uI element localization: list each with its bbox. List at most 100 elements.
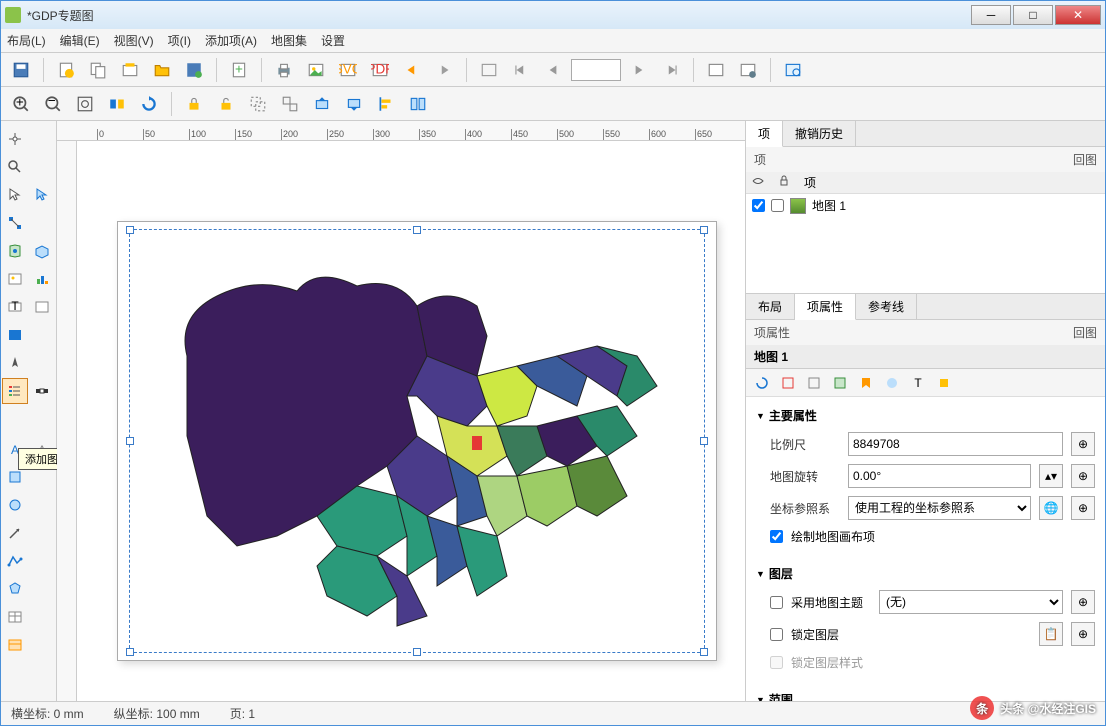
save-template-button[interactable] — [180, 56, 208, 84]
scale-input[interactable] — [848, 432, 1063, 456]
rotation-input[interactable] — [848, 464, 1031, 488]
add-legend-tool[interactable] — [2, 378, 28, 404]
tab-guides[interactable]: 参考线 — [856, 294, 917, 319]
section-main-props[interactable]: 主要属性 — [756, 403, 1095, 428]
theme-override-button[interactable]: ⊕ — [1071, 590, 1095, 614]
map-extent-button[interactable] — [778, 373, 798, 393]
tab-items[interactable]: 项 — [746, 121, 783, 147]
add-label-tool[interactable]: T — [2, 294, 28, 320]
theme-select[interactable]: (无) — [879, 590, 1063, 614]
section-layers[interactable]: 图层 — [756, 561, 1095, 586]
unlock-button[interactable] — [212, 90, 240, 118]
nav-prev-button[interactable] — [507, 56, 535, 84]
lower-button[interactable] — [340, 90, 368, 118]
add-north-arrow-tool[interactable] — [2, 350, 28, 376]
lock-layers-button[interactable]: 📋 — [1039, 622, 1063, 646]
canvas[interactable] — [77, 141, 745, 701]
tab-item-props[interactable]: 项属性 — [795, 294, 856, 320]
refresh-button[interactable] — [135, 90, 163, 118]
pan-tool[interactable] — [2, 126, 28, 152]
crs-override-button[interactable]: ⊕ — [1071, 496, 1095, 520]
add-table-tool[interactable] — [2, 604, 28, 630]
page-input[interactable] — [571, 59, 621, 81]
menu-edit[interactable]: 编辑(E) — [60, 32, 100, 49]
preview-button[interactable] — [779, 56, 807, 84]
edit-nodes-tool[interactable] — [2, 210, 28, 236]
align-left-button[interactable] — [372, 90, 400, 118]
export-svg-button[interactable]: SVG — [334, 56, 362, 84]
manage-button[interactable] — [116, 56, 144, 84]
zoom-100-button[interactable] — [103, 90, 131, 118]
add-attr-table-tool[interactable] — [2, 632, 28, 658]
atlas-button[interactable] — [702, 56, 730, 84]
rotation-override-button[interactable]: ⊕ — [1071, 464, 1095, 488]
add-chart-tool[interactable] — [30, 266, 56, 292]
atlas-settings-button[interactable] — [734, 56, 762, 84]
maximize-button[interactable]: □ — [1013, 5, 1053, 25]
add-arrow-tool[interactable] — [2, 520, 28, 546]
crs-picker-button[interactable]: 🌐 — [1039, 496, 1063, 520]
add-picture-tool[interactable] — [2, 266, 28, 292]
menu-item[interactable]: 项(I) — [168, 32, 191, 49]
add-marker-tool[interactable] — [2, 492, 28, 518]
export-image-button[interactable] — [302, 56, 330, 84]
lock-button[interactable] — [180, 90, 208, 118]
map-view-extent-button[interactable] — [804, 373, 824, 393]
layer-row[interactable]: 地图 1 — [746, 194, 1105, 217]
lock-layers-checkbox[interactable] — [770, 628, 783, 641]
add-map-tool[interactable] — [2, 238, 28, 264]
close-button[interactable]: ✕ — [1055, 5, 1101, 25]
add-polyline-tool[interactable] — [2, 548, 28, 574]
menu-atlas[interactable]: 地图集 — [271, 32, 307, 49]
tab-layout-props[interactable]: 布局 — [746, 294, 795, 319]
new-layout-button[interactable] — [52, 56, 80, 84]
map-set-scale-button[interactable] — [830, 373, 850, 393]
menu-view[interactable]: 视图(V) — [114, 32, 154, 49]
layer-visible-checkbox[interactable] — [752, 199, 765, 212]
save-button[interactable] — [7, 56, 35, 84]
map-clip-button[interactable] — [934, 373, 954, 393]
layer-lock-checkbox[interactable] — [771, 199, 784, 212]
tab-undo-history[interactable]: 撤销历史 — [783, 121, 856, 146]
zoom-in-button[interactable]: + — [7, 90, 35, 118]
zoom-tool[interactable] — [2, 154, 28, 180]
print-button[interactable] — [270, 56, 298, 84]
zoom-out-button[interactable]: − — [39, 90, 67, 118]
minimize-button[interactable]: ─ — [971, 5, 1011, 25]
map-bookmark-button[interactable] — [856, 373, 876, 393]
align-button[interactable] — [404, 90, 432, 118]
add-image-tool[interactable] — [2, 322, 28, 348]
export-pdf-button[interactable]: PDF — [366, 56, 394, 84]
map-labels-button[interactable]: T — [908, 373, 928, 393]
add-scalebar-tool[interactable] — [30, 378, 56, 404]
dup-layout-button[interactable] — [84, 56, 112, 84]
ungroup-button[interactable] — [276, 90, 304, 118]
map-refresh-button[interactable] — [752, 373, 772, 393]
map-interactive-button[interactable] — [882, 373, 902, 393]
open-button[interactable] — [148, 56, 176, 84]
scale-override-button[interactable]: ⊕ — [1071, 432, 1095, 456]
lock-layers-override-button[interactable]: ⊕ — [1071, 622, 1095, 646]
group-button[interactable] — [244, 90, 272, 118]
add-polygon-tool[interactable] — [2, 576, 28, 602]
menu-layout[interactable]: 布局(L) — [7, 32, 46, 49]
redo-button[interactable] — [430, 56, 458, 84]
add-page-button[interactable]: + — [225, 56, 253, 84]
panel-collapse-icon-2[interactable]: 回图 — [1073, 324, 1097, 341]
nav-first-button[interactable] — [475, 56, 503, 84]
undo-button[interactable] — [398, 56, 426, 84]
crs-select[interactable]: 使用工程的坐标参照系 — [848, 496, 1031, 520]
add-3dmap-tool[interactable] — [30, 238, 56, 264]
zoom-full-button[interactable] — [71, 90, 99, 118]
add-html-tool[interactable] — [30, 294, 56, 320]
draw-canvas-items-checkbox[interactable] — [770, 530, 783, 543]
nav-back-button[interactable] — [539, 56, 567, 84]
menu-settings[interactable]: 设置 — [321, 32, 345, 49]
nav-fwd-button[interactable] — [625, 56, 653, 84]
panel-collapse-icon[interactable]: 回图 — [1073, 151, 1097, 168]
follow-theme-checkbox[interactable] — [770, 596, 783, 609]
rotation-spinner[interactable]: ▴▾ — [1039, 464, 1063, 488]
menu-add[interactable]: 添加项(A) — [205, 32, 257, 49]
nav-last-button[interactable] — [657, 56, 685, 84]
select-tool[interactable] — [2, 182, 28, 208]
